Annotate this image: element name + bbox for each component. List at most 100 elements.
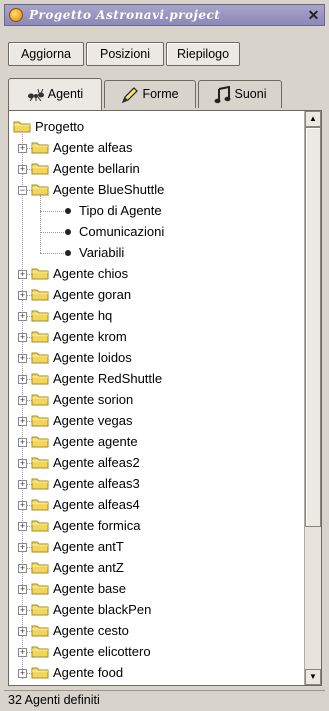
- scroll-thumb[interactable]: [305, 127, 321, 527]
- app-icon: [9, 8, 23, 22]
- expand-toggle[interactable]: +: [18, 396, 27, 405]
- status-text: 32 Agenti definiti: [8, 693, 100, 707]
- expand-toggle[interactable]: +: [18, 627, 27, 636]
- tree-item-agent[interactable]: Agente chios: [31, 264, 128, 284]
- tree-item-label: Agente elicottero: [53, 644, 151, 659]
- tree-item-label: Agente BlueShuttle: [53, 182, 165, 197]
- tree-item-label: Agente antT: [53, 539, 124, 554]
- scroll-down-button[interactable]: ▼: [305, 669, 321, 685]
- tree-item-label: Agente bellarin: [53, 161, 140, 176]
- tree-connector: [40, 195, 41, 253]
- music-notes-icon: [214, 85, 230, 103]
- expand-toggle[interactable]: +: [18, 438, 27, 447]
- tree-child-item[interactable]: Tipo di Agente: [65, 201, 162, 221]
- expand-toggle[interactable]: +: [18, 270, 27, 279]
- folder-icon: [31, 331, 49, 343]
- folder-icon: [31, 520, 49, 532]
- tree-item-agent[interactable]: Agente antT: [31, 537, 124, 557]
- aggiorna-button[interactable]: Aggiorna: [8, 42, 84, 66]
- ant-icon: [27, 88, 44, 102]
- folder-icon: [31, 142, 49, 154]
- tree-item-agent[interactable]: Agente blackPen: [31, 600, 151, 620]
- folder-icon: [31, 583, 49, 595]
- expand-toggle[interactable]: +: [18, 165, 27, 174]
- title-bar[interactable]: Progetto Astronavi.project ✕: [4, 4, 325, 26]
- scroll-up-button[interactable]: ▲: [305, 111, 321, 127]
- tree-child-item[interactable]: Comunicazioni: [65, 222, 164, 242]
- posizioni-button[interactable]: Posizioni: [86, 42, 164, 66]
- tree-connector: [40, 211, 64, 212]
- expand-toggle[interactable]: +: [18, 585, 27, 594]
- tab-suoni[interactable]: Suoni: [198, 80, 282, 108]
- folder-icon: [31, 478, 49, 490]
- tree-item-label: Agente hq: [53, 308, 113, 323]
- tree-item-agent[interactable]: Agente hq: [31, 306, 112, 326]
- tab-forme[interactable]: Forme: [104, 80, 196, 108]
- expand-toggle[interactable]: +: [18, 522, 27, 531]
- folder-icon: [31, 541, 49, 553]
- expand-toggle[interactable]: +: [18, 480, 27, 489]
- expand-toggle[interactable]: +: [18, 669, 27, 678]
- folder-icon: [31, 268, 49, 280]
- expand-toggle[interactable]: +: [18, 333, 27, 342]
- expand-toggle[interactable]: +: [18, 375, 27, 384]
- folder-icon: [31, 604, 49, 616]
- tree-item-agent[interactable]: Agente base: [31, 579, 126, 599]
- expand-toggle[interactable]: +: [18, 606, 27, 615]
- folder-icon: [31, 436, 49, 448]
- tree-connector: [40, 232, 64, 233]
- expand-toggle[interactable]: +: [18, 312, 27, 321]
- tree-child-label: Tipo di Agente: [79, 203, 162, 218]
- expand-toggle[interactable]: +: [18, 648, 27, 657]
- bullet-icon: [65, 249, 71, 256]
- tree-item-agent[interactable]: Agente cesto: [31, 621, 129, 641]
- expand-toggle[interactable]: +: [18, 417, 27, 426]
- tab-agenti-label: Agenti: [47, 87, 84, 101]
- folder-icon: [31, 646, 49, 658]
- folder-icon: [31, 457, 49, 469]
- folder-icon: [31, 667, 49, 679]
- tree-item-agent[interactable]: Agente formica: [31, 516, 140, 536]
- folder-icon: [31, 499, 49, 511]
- tree-item-agent[interactable]: Agente alfeas2: [31, 453, 140, 473]
- vertical-scrollbar[interactable]: ▲ ▼: [304, 111, 321, 685]
- tree-item-agent[interactable]: Agente agente: [31, 432, 138, 452]
- expand-toggle[interactable]: +: [18, 564, 27, 573]
- tree-item-agent[interactable]: Agente krom: [31, 327, 127, 347]
- tree-item-agent[interactable]: Agente vegas: [31, 411, 133, 431]
- bullet-icon: [65, 207, 71, 214]
- tree-item-label: Agente vegas: [53, 413, 133, 428]
- expand-toggle[interactable]: +: [18, 543, 27, 552]
- tree-item-agent[interactable]: Agente RedShuttle: [31, 369, 162, 389]
- tree-item-agent[interactable]: Agente food: [31, 663, 123, 683]
- folder-icon: [31, 625, 49, 637]
- tab-agenti[interactable]: Agenti: [8, 78, 102, 110]
- tree-item-agent[interactable]: Agente antZ: [31, 558, 124, 578]
- tree-item-agent[interactable]: Agente bellarin: [31, 159, 140, 179]
- tree-item-agent[interactable]: Agente goran: [31, 285, 131, 305]
- tree-item-label: Agente formica: [53, 518, 141, 533]
- tree-item-agent[interactable]: Agente alfeas3: [31, 474, 140, 494]
- tree-item-agent[interactable]: Agente BlueShuttle: [31, 180, 164, 200]
- collapse-toggle[interactable]: −: [18, 186, 27, 195]
- tree-item-agent[interactable]: Agente alfeas: [31, 138, 133, 158]
- folder-icon: [31, 310, 49, 322]
- folder-icon: [31, 163, 49, 175]
- agent-tree[interactable]: Progetto + Agente alfeas + Agente bellarin − A…: [9, 111, 305, 685]
- tree-item-agent[interactable]: Agente alfeas4: [31, 495, 140, 515]
- pencil-icon: [122, 86, 139, 103]
- tree-item-agent[interactable]: Agente loidos: [31, 348, 132, 368]
- tree-item-agent[interactable]: Agente elicottero: [31, 642, 151, 662]
- tree-root[interactable]: Progetto: [13, 117, 84, 137]
- close-button[interactable]: ✕: [305, 7, 322, 23]
- expand-toggle[interactable]: +: [18, 459, 27, 468]
- expand-toggle[interactable]: +: [18, 501, 27, 510]
- expand-toggle[interactable]: +: [18, 291, 27, 300]
- riepilogo-button[interactable]: Riepilogo: [166, 42, 240, 66]
- tree-item-label: Agente RedShuttle: [53, 371, 163, 386]
- tree-item-label: Agente alfeas3: [53, 476, 140, 491]
- expand-toggle[interactable]: +: [18, 144, 27, 153]
- tree-child-item[interactable]: Variabili: [65, 243, 124, 263]
- tree-item-agent[interactable]: Agente sorion: [31, 390, 133, 410]
- expand-toggle[interactable]: +: [18, 354, 27, 363]
